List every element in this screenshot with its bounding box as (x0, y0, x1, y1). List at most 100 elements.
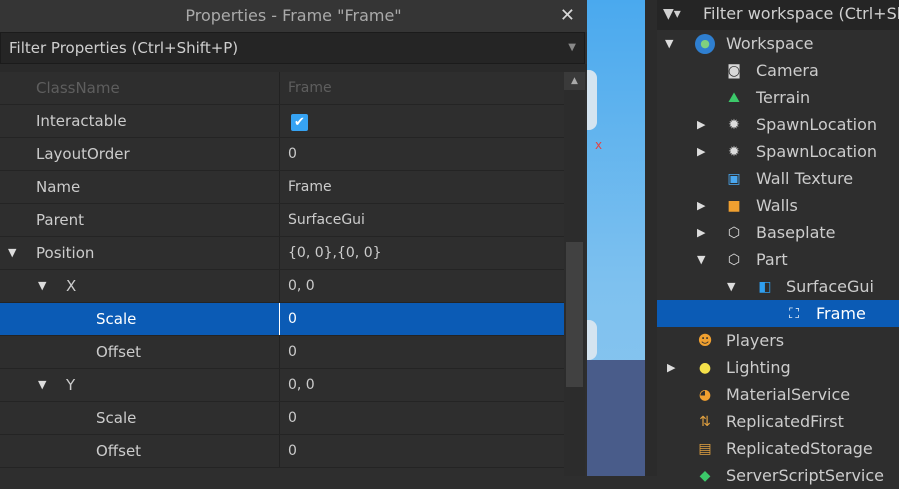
property-row-x-scale[interactable]: Scale 0 (0, 303, 564, 336)
property-value[interactable]: Frame (281, 171, 564, 203)
explorer-filter-input[interactable]: ▼▾ Filter workspace (Ctrl+Shift (657, 0, 899, 30)
property-row-y-scale[interactable]: Scale 0 (0, 402, 564, 435)
property-row-y[interactable]: ▼ Y 0, 0 (0, 369, 564, 402)
properties-panel: Properties - Frame "Frame" ✕ Filter Prop… (0, 0, 587, 476)
collapse-arrow-icon[interactable]: ▼ (38, 369, 46, 401)
properties-filter-input[interactable]: Filter Properties (Ctrl+Shift+P) ▼ (0, 32, 585, 64)
tree-item-label: Players (726, 331, 785, 350)
close-icon[interactable]: ✕ (560, 0, 575, 32)
tree-item-label: Walls (756, 196, 798, 215)
property-name: Name (36, 178, 81, 196)
expand-arrow-icon[interactable]: ▼ (727, 273, 735, 300)
properties-title: Properties - Frame "Frame" (185, 6, 402, 25)
property-name: LayoutOrder (36, 145, 130, 163)
tree-item-label: Camera (756, 61, 819, 80)
expand-arrow-icon[interactable]: ▶ (697, 219, 705, 246)
tree-item-spawnlocation[interactable]: ▶ ✹ SpawnLocation (657, 111, 899, 138)
replicated-first-icon: ⇅ (699, 414, 711, 430)
frame-icon: ⛶ (789, 306, 799, 322)
expand-arrow-icon[interactable]: ▼ (697, 246, 705, 273)
property-row-parent[interactable]: Parent SurfaceGui (0, 204, 564, 237)
tree-item-part[interactable]: ▼ ⬡ Part (657, 246, 899, 273)
tree-item-surfacegui[interactable]: ▼ ◧ SurfaceGui (657, 273, 899, 300)
properties-title-bar: Properties - Frame "Frame" ✕ (0, 0, 587, 32)
expand-arrow-icon[interactable]: ▶ (697, 111, 705, 138)
tree-item-materialservice[interactable]: ◕ MaterialService (657, 381, 899, 408)
collapse-arrow-icon[interactable]: ▼ (38, 270, 46, 302)
property-row-interactable[interactable]: Interactable ✔ (0, 105, 564, 138)
properties-separator (0, 64, 587, 72)
property-value[interactable]: 0 (281, 336, 564, 368)
ground-shape (587, 360, 645, 476)
tree-item-wall-texture[interactable]: ▣ Wall Texture (657, 165, 899, 192)
expand-arrow-icon[interactable]: ▶ (667, 354, 675, 381)
scroll-up-icon[interactable]: ▲ (564, 72, 585, 90)
tree-item-baseplate[interactable]: ▶ ⬡ Baseplate (657, 219, 899, 246)
tree-item-frame[interactable]: ⛶ Frame (657, 300, 899, 327)
terrain-icon: ⛰ (728, 90, 740, 106)
tree-item-label: Terrain (756, 88, 811, 107)
property-value[interactable]: 0 (281, 402, 564, 434)
texture-icon: ▣ (727, 171, 741, 187)
property-name: ClassName (36, 79, 120, 97)
tree-item-spawnlocation[interactable]: ▶ ✹ SpawnLocation (657, 138, 899, 165)
tree-item-players[interactable]: ☻ Players (657, 327, 899, 354)
panel-divider[interactable] (645, 0, 657, 476)
explorer-filter-placeholder: Filter workspace (Ctrl+Shift (703, 4, 899, 23)
tree-item-terrain[interactable]: ⛰ Terrain (657, 84, 899, 111)
tree-item-replicatedfirst[interactable]: ⇅ ReplicatedFirst (657, 408, 899, 435)
expand-arrow-icon[interactable]: ▼ (665, 30, 673, 57)
properties-scrollbar[interactable]: ▲ (564, 72, 585, 476)
tree-item-label: SpawnLocation (756, 115, 878, 134)
tree-item-walls[interactable]: ▶ ■ Walls (657, 192, 899, 219)
filter-icon[interactable]: ▼▾ (663, 0, 681, 28)
tree-item-label: ReplicatedFirst (726, 412, 844, 431)
cloud-shape (587, 320, 597, 360)
collapse-arrow-icon[interactable]: ▼ (8, 237, 16, 269)
players-icon: ☻ (697, 333, 713, 349)
expand-arrow-icon[interactable]: ▶ (697, 138, 705, 165)
property-row-y-offset[interactable]: Offset 0 (0, 435, 564, 468)
axis-x-marker: x (595, 138, 603, 152)
property-value: Frame (288, 80, 332, 96)
tree-item-label: Workspace (726, 34, 814, 53)
property-value[interactable]: 0 (281, 138, 564, 170)
property-value[interactable]: 0, 0 (281, 270, 564, 302)
tree-item-label: Frame (816, 304, 866, 323)
tree-item-lighting[interactable]: ▶ ● Lighting (657, 354, 899, 381)
property-value[interactable]: 0 (281, 435, 564, 467)
property-row-name[interactable]: Name Frame (0, 171, 564, 204)
tree-item-label: MaterialService (726, 385, 851, 404)
property-name: X (66, 277, 77, 295)
property-value[interactable]: SurfaceGui (281, 204, 564, 236)
tree-item-label: SpawnLocation (756, 142, 878, 161)
lighting-icon: ● (698, 360, 712, 376)
surfacegui-icon: ◧ (758, 279, 772, 295)
explorer-panel: ▼▾ Filter workspace (Ctrl+Shift ▼ ● Work… (657, 0, 899, 485)
tree-item-label: Baseplate (756, 223, 836, 242)
tree-item-camera[interactable]: ◙ Camera (657, 57, 899, 84)
interactable-checkbox[interactable]: ✔ (291, 114, 308, 131)
property-value[interactable]: 0 (281, 303, 564, 335)
property-value[interactable]: 0, 0 (281, 369, 564, 401)
property-row-classname[interactable]: ClassName Frame (0, 72, 564, 105)
property-row-layoutorder[interactable]: LayoutOrder 0 (0, 138, 564, 171)
tree-item-label: Lighting (726, 358, 791, 377)
property-row-x[interactable]: ▼ X 0, 0 (0, 270, 564, 303)
property-name: Y (66, 376, 76, 394)
spawn-icon: ✹ (728, 117, 740, 133)
property-name: Scale (96, 310, 137, 328)
tree-item-replicatedstorage[interactable]: ▤ ReplicatedStorage (657, 435, 899, 462)
property-name: Interactable (36, 112, 127, 130)
expand-arrow-icon[interactable]: ▶ (697, 192, 705, 219)
chevron-down-icon[interactable]: ▼ (568, 33, 576, 63)
property-value[interactable]: {0, 0},{0, 0} (281, 237, 564, 269)
3d-viewport[interactable]: x (587, 0, 645, 476)
property-row-position[interactable]: ▼ Position {0, 0},{0, 0} (0, 237, 564, 270)
tree-item-label: Wall Texture (756, 169, 854, 188)
tree-item-workspace[interactable]: ▼ ● Workspace (657, 30, 899, 57)
property-name: Scale (96, 409, 137, 427)
properties-table: ClassName Frame Interactable ✔ LayoutOrd… (0, 72, 564, 468)
scrollbar-thumb[interactable] (566, 242, 583, 387)
property-row-x-offset[interactable]: Offset 0 (0, 336, 564, 369)
